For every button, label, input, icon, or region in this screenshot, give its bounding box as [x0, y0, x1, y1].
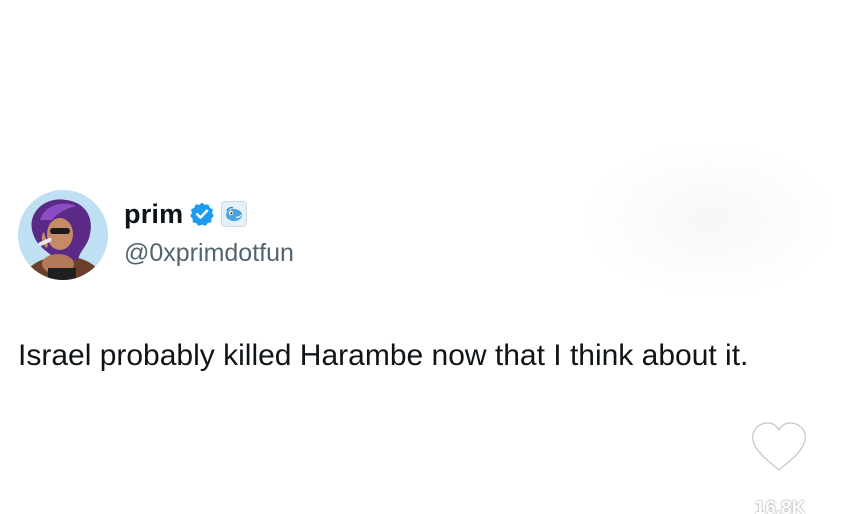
like-count: 16.8K — [754, 498, 806, 514]
affiliate-badge-icon[interactable] — [221, 201, 248, 227]
verified-badge-icon[interactable] — [189, 201, 215, 227]
author-handle[interactable]: @0xprimdotfun — [124, 239, 294, 268]
author-name-row: prim — [124, 197, 248, 231]
author-display-name[interactable]: prim — [124, 199, 183, 230]
like-button[interactable] — [747, 418, 811, 476]
profile-photo-icon — [18, 190, 108, 280]
background-glare — [580, 140, 840, 300]
avatar[interactable] — [18, 190, 108, 280]
post-text: Israel probably killed Harambe now that … — [18, 339, 749, 372]
heart-icon — [750, 420, 808, 473]
post-card: prim @0xprimdotfun Israel probably kille… — [0, 0, 843, 514]
